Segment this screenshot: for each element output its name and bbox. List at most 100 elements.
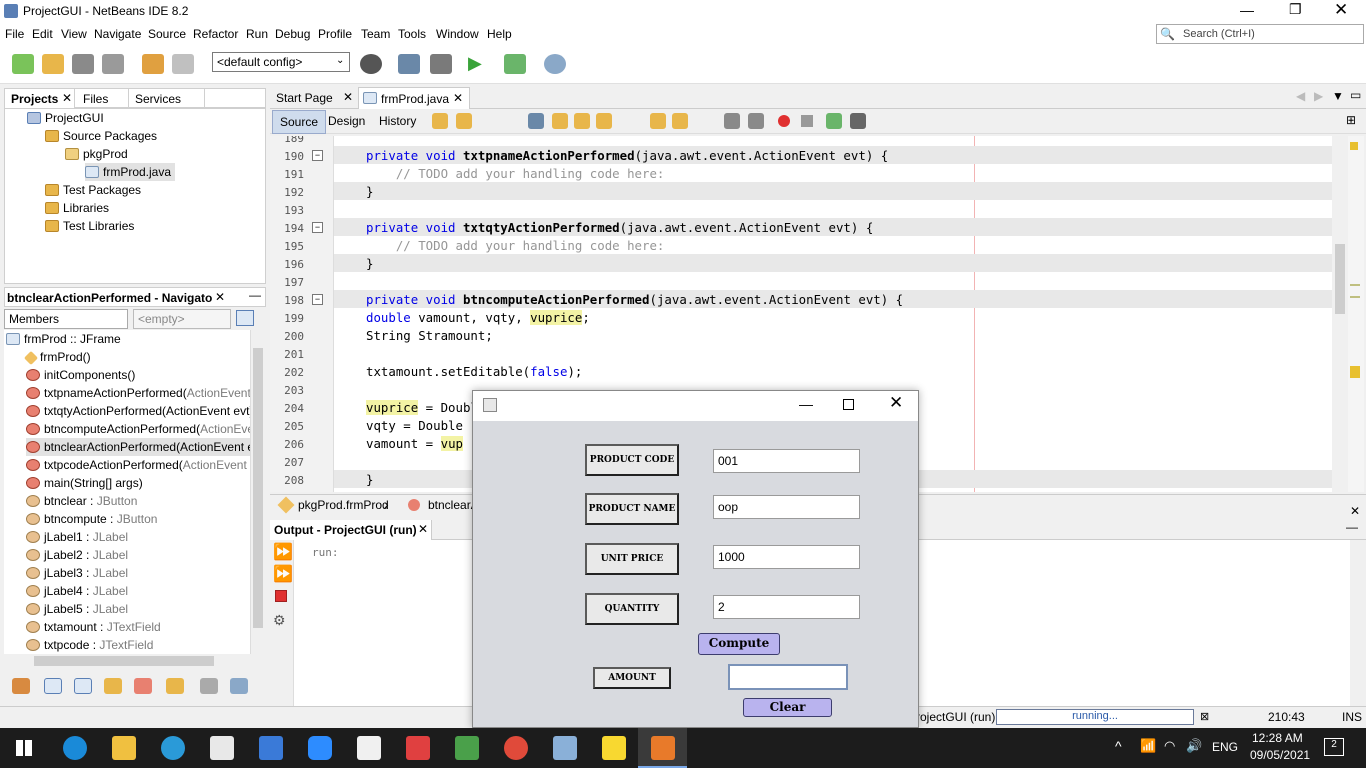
record-macro-icon[interactable] [778,115,790,127]
unit-price-field[interactable]: 1000 [713,545,860,569]
product-code-field[interactable]: 001 [713,449,860,473]
undo-icon[interactable] [142,54,164,74]
navigator-hscrollbar[interactable] [4,654,250,668]
menu-window[interactable]: Window [436,27,479,41]
voice-recorder-icon[interactable] [210,736,234,760]
mail-icon[interactable] [259,736,283,760]
minimize-panel-icon[interactable]: — [1346,520,1358,534]
tab-history[interactable]: History [379,114,416,128]
list-item[interactable]: jLabel4 : JLabel [26,582,128,600]
menu-edit[interactable]: Edit [32,27,53,41]
windows-start-icon[interactable] [16,740,32,756]
editor-vscrollbar[interactable] [1332,136,1348,492]
build-icon[interactable] [398,54,420,74]
menu-profile[interactable]: Profile [318,27,352,41]
list-item[interactable]: btnclear : JButton [26,492,137,510]
new-file-icon[interactable] [12,54,34,74]
store-icon[interactable] [357,736,381,760]
dialog-minimize-button[interactable]: — [799,396,813,412]
scroll-right-icon[interactable]: ▶ [1314,89,1323,103]
tree-node-pkgprod[interactable]: pkgProd [65,145,128,163]
profile-icon[interactable] [544,54,566,74]
output-vscrollbar[interactable] [1350,540,1366,706]
shift-left-icon[interactable] [724,113,740,129]
stop-icon[interactable] [275,590,287,602]
menu-file[interactable]: File [5,27,24,41]
list-item[interactable]: txtamount : JTextField [26,618,161,636]
list-item[interactable]: jLabel2 : JLabel [26,546,128,564]
new-project-icon[interactable] [42,54,64,74]
redo-icon[interactable] [172,54,194,74]
back-icon[interactable] [432,113,448,129]
notification-icon[interactable]: 2 [1324,738,1344,756]
close-icon[interactable]: ✕ [453,91,463,105]
close-icon[interactable]: ✕ [1350,504,1360,518]
search-input[interactable]: Search (Ctrl+I) [1156,24,1364,44]
menu-refactor[interactable]: Refactor [193,27,238,41]
close-icon[interactable]: ✕ [215,290,225,304]
filter-icon[interactable] [12,678,30,694]
network-icon[interactable]: 📶 [1140,738,1156,754]
list-item[interactable]: btncompute : JButton [26,510,157,528]
list-item[interactable]: txtqtyActionPerformed(ActionEvent evt) [26,402,250,420]
tree-node-test-libraries[interactable]: Test Libraries [45,217,134,235]
rerun-icon[interactable]: ⏩ [273,542,293,562]
tab-services[interactable]: Services [129,89,205,109]
run-icon[interactable]: ▶ [468,53,482,74]
sort-icon[interactable] [200,678,218,694]
chrome-icon[interactable] [504,736,528,760]
list-item[interactable]: jLabel5 : JLabel [26,600,128,618]
filter-icon[interactable] [134,678,152,694]
close-button[interactable]: ✕ [1334,0,1348,20]
list-item[interactable]: frmProd() [23,348,91,366]
shift-right-icon[interactable] [748,113,764,129]
tab-frmprod-java[interactable]: frmProd.java ✕ [358,87,470,109]
product-name-field[interactable]: oop [713,495,860,519]
tree-node-source-packages[interactable]: Source Packages [45,127,157,145]
minimize-button[interactable]: — [1240,2,1254,18]
globe-icon[interactable] [360,54,382,74]
menu-debug[interactable]: Debug [275,27,310,41]
list-item[interactable]: main(String[] args) [26,474,143,492]
netbeans-taskbar-icon[interactable] [455,736,479,760]
rerun-icon[interactable]: ⏩ [273,564,293,584]
bookmark-icon[interactable] [672,113,688,129]
breadcrumb-item[interactable]: pkgProd.frmProd [298,498,389,512]
dialog-maximize-button[interactable] [843,399,854,410]
menu-tools[interactable]: Tools [398,27,426,41]
list-item[interactable]: btnclearActionPerformed(ActionEvent evt [26,438,250,456]
filter-icon[interactable] [44,678,62,694]
dialog-close-button[interactable]: ✕ [889,393,903,413]
filter-icon[interactable] [74,678,92,694]
maximize-icon[interactable]: ▭ [1350,88,1361,102]
tab-list-icon[interactable]: ▼ [1332,89,1344,103]
scroll-left-icon[interactable]: ◀ [1296,89,1305,103]
volume-icon[interactable]: 🔊 [1186,738,1202,754]
forward-icon[interactable] [456,113,472,129]
save-all-icon[interactable] [102,54,124,74]
menu-source[interactable]: Source [148,27,186,41]
fold-icon[interactable]: − [312,222,323,233]
split-icon[interactable]: ⊞ [1346,113,1356,127]
navigator-filter2[interactable]: <empty> [133,309,231,329]
clear-button[interactable]: Clear [743,698,832,717]
format-icon[interactable] [850,113,866,129]
list-item[interactable]: jLabel3 : JLabel [26,564,128,582]
language-indicator[interactable]: ENG [1212,740,1238,754]
tab-output[interactable]: Output - ProjectGUI (run) ✕ [270,520,432,540]
filter-icon[interactable] [166,678,184,694]
fold-icon[interactable]: − [312,150,323,161]
sticky-notes-icon[interactable] [602,736,626,760]
virtualbox-icon[interactable] [553,736,577,760]
sort-icon[interactable] [230,678,248,694]
stop-macro-icon[interactable] [801,115,813,127]
menu-help[interactable]: Help [487,27,512,41]
zoom-icon[interactable] [308,736,332,760]
menu-run[interactable]: Run [246,27,268,41]
clock-time[interactable]: 12:28 AM [1252,731,1303,745]
list-item[interactable]: jLabel1 : JLabel [26,528,128,546]
list-item[interactable]: txtpcodeActionPerformed(ActionEvent ev [26,456,250,474]
tab-files[interactable]: Files [77,89,129,109]
tab-start-page[interactable]: Start Page [276,91,333,105]
open-project-icon[interactable] [72,54,94,74]
